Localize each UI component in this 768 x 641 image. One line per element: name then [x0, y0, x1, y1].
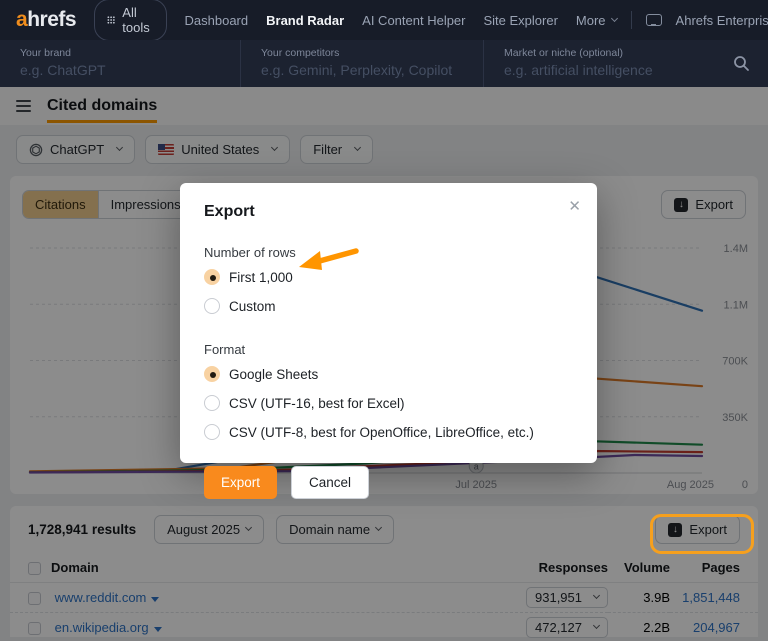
radio-icon-selected [204, 366, 220, 382]
nav-item-site-explorer[interactable]: Site Explorer [484, 13, 558, 28]
brand-search-bar: Your brand e.g. ChatGPT Your competitors… [0, 40, 768, 87]
your-competitors-label: Your competitors [261, 47, 483, 59]
nav-item-brand-radar[interactable]: Brand Radar [266, 13, 344, 28]
radio-csv-utf16[interactable]: CSV (UTF-16, best for Excel) [204, 391, 573, 415]
account-menu[interactable]: Ahrefs Enterprise [676, 13, 768, 28]
all-tools-button[interactable]: All tools [94, 0, 166, 41]
market-niche-placeholder: e.g. artificial intelligence [504, 62, 728, 78]
modal-title: Export [204, 203, 573, 221]
annotation-highlight-ring [650, 514, 754, 554]
account-label: Ahrefs Enterprise [676, 13, 768, 28]
radio-csv-utf8[interactable]: CSV (UTF-8, best for OpenOffice, LibreOf… [204, 420, 573, 444]
radio-icon-selected [204, 269, 220, 285]
chevron-down-icon [611, 14, 618, 21]
nav-item-dashboard[interactable]: Dashboard [185, 13, 249, 28]
radio-custom[interactable]: Custom [204, 294, 573, 318]
your-competitors-placeholder: e.g. Gemini, Perplexity, Copilot [261, 62, 483, 78]
top-nav: ahrefs All tools Dashboard Brand Radar A… [0, 0, 768, 40]
radio-label: First 1,000 [229, 270, 293, 285]
modal-cancel-button[interactable]: Cancel [291, 466, 369, 499]
more-label: More [576, 13, 606, 28]
your-brand-field[interactable]: Your brand e.g. ChatGPT [0, 40, 240, 87]
close-icon[interactable]: ✕ [568, 197, 581, 215]
radio-google-sheets[interactable]: Google Sheets [204, 362, 573, 386]
your-brand-placeholder: e.g. ChatGPT [20, 62, 240, 78]
nav-divider [631, 11, 632, 29]
ahrefs-logo[interactable]: ahrefs [16, 8, 76, 32]
format-group-label: Format [204, 342, 573, 357]
market-niche-label: Market or niche (optional) [504, 47, 728, 59]
laptop-icon[interactable] [646, 14, 662, 26]
modal-export-button[interactable]: Export [204, 466, 277, 499]
logo-rest: hrefs [27, 8, 76, 32]
nav-item-ai-content-helper[interactable]: AI Content Helper [362, 13, 465, 28]
radio-icon [204, 424, 220, 440]
radio-first-1000[interactable]: First 1,000 [204, 265, 573, 289]
radio-label: Google Sheets [229, 367, 318, 382]
rows-group-label: Number of rows [204, 245, 573, 260]
radio-icon [204, 395, 220, 411]
logo-a: a [16, 8, 27, 32]
your-competitors-field[interactable]: Your competitors e.g. Gemini, Perplexity… [240, 40, 483, 87]
radio-label: Custom [229, 299, 276, 314]
nav-more-menu[interactable]: More [576, 13, 617, 28]
market-niche-field[interactable]: Market or niche (optional) e.g. artifici… [483, 40, 728, 87]
all-tools-label: All tools [122, 5, 153, 35]
radio-icon [204, 298, 220, 314]
your-brand-label: Your brand [20, 47, 240, 59]
grid-icon [107, 14, 115, 26]
search-icon[interactable] [733, 55, 750, 72]
export-modal: ✕ Export Number of rows First 1,000 Cust… [180, 183, 597, 463]
annotation-arrow [296, 242, 362, 276]
radio-label: CSV (UTF-8, best for OpenOffice, LibreOf… [229, 425, 534, 440]
radio-label: CSV (UTF-16, best for Excel) [229, 396, 405, 411]
